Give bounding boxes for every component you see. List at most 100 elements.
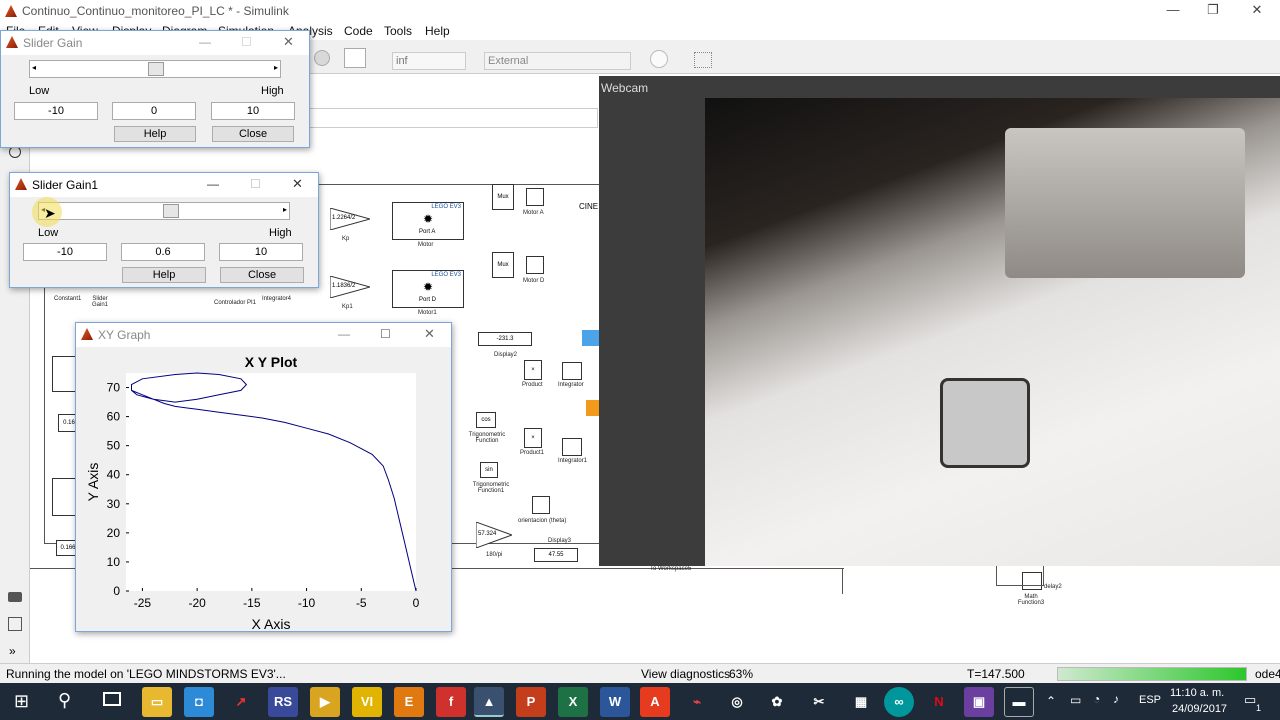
orange-block[interactable]	[586, 400, 600, 416]
app-icon-e[interactable]: E	[394, 687, 424, 717]
product1-block[interactable]: ×	[524, 428, 542, 448]
slider-thumb[interactable]	[148, 62, 164, 76]
webcam-window: Webcam	[599, 76, 1280, 566]
close-button[interactable]: Close	[212, 126, 294, 142]
close-icon[interactable]: ✕	[292, 176, 303, 192]
matlab-icon[interactable]: ▲	[474, 687, 504, 717]
maximize-icon[interactable]: ❐	[1198, 2, 1228, 20]
cos-block[interactable]: cos	[476, 412, 496, 428]
maximize-icon[interactable]: ☐	[380, 327, 391, 341]
app-icon-rs[interactable]: RS	[268, 687, 298, 717]
mux-block[interactable]: Mux	[492, 184, 514, 210]
display3-block[interactable]: 47.55	[534, 548, 578, 562]
high-field[interactable]: 10	[219, 243, 303, 261]
high-field[interactable]: 10	[211, 102, 295, 120]
gain-180-block[interactable]: 57.324	[475, 521, 514, 549]
app-icon-video[interactable]: ▶	[310, 687, 340, 717]
stop-button[interactable]	[314, 50, 330, 66]
netflix-icon[interactable]: N	[924, 687, 954, 717]
app-icon-swirl[interactable]: ✿	[762, 687, 792, 717]
powerpoint-icon[interactable]: P	[516, 687, 546, 717]
camera-icon[interactable]	[8, 592, 22, 602]
model-config-icon[interactable]	[344, 48, 366, 68]
integrator-block[interactable]	[562, 362, 582, 380]
stop-time-field[interactable]: inf	[392, 52, 466, 70]
display2-block[interactable]: -231.3	[478, 332, 532, 346]
kp1-gain-block[interactable]: 1.1836/2	[329, 275, 372, 299]
maximize-icon[interactable]: ☐	[241, 35, 252, 49]
matlab-logo-icon	[15, 178, 27, 190]
search-icon[interactable]: ⚲	[58, 690, 71, 711]
mux2-block[interactable]: Mux	[492, 252, 514, 278]
close-icon[interactable]: ✕	[283, 34, 294, 50]
display3-label: Display3	[548, 538, 572, 544]
app-icon-purple[interactable]: ▣	[964, 687, 994, 717]
help-button[interactable]: Help	[122, 267, 206, 283]
acrobat-icon[interactable]: A	[640, 687, 670, 717]
value-field[interactable]: 0	[112, 102, 196, 120]
pdf-icon[interactable]: ⌁	[682, 687, 712, 717]
help-button[interactable]: Help	[114, 126, 196, 142]
app-icon-f[interactable]: f	[436, 687, 466, 717]
arrow-right-icon[interactable]: ▸	[283, 205, 287, 214]
slider-gain-title: Slider Gain	[23, 36, 83, 50]
minimize-icon[interactable]: —	[207, 177, 219, 191]
minimize-icon[interactable]: —	[338, 327, 350, 341]
low-field[interactable]: -10	[23, 243, 107, 261]
menu-code[interactable]: Code	[344, 24, 373, 38]
slider-thumb[interactable]	[163, 204, 180, 218]
app-icon-snip[interactable]: ✂	[804, 687, 834, 717]
x-tick-label: -25	[134, 596, 152, 610]
language-indicator[interactable]: ESP	[1139, 694, 1161, 706]
value-field[interactable]: 0.6	[121, 243, 205, 261]
clock-date[interactable]: 24/09/2017	[1172, 703, 1227, 715]
product-block[interactable]: ×	[524, 360, 542, 380]
arrow-right-icon[interactable]: ▸	[274, 63, 278, 72]
kp-gain-block[interactable]: 1.2264/2	[329, 207, 372, 231]
windows-start-icon[interactable]: ⊞	[14, 691, 29, 712]
menu-tools[interactable]: Tools	[384, 24, 412, 38]
motor-d-scope[interactable]	[526, 256, 544, 274]
tray-chevron-icon[interactable]: ⌃	[1046, 694, 1056, 708]
terminal-icon[interactable]: ▬	[1004, 687, 1034, 717]
app-icon-vi[interactable]: VI	[352, 687, 382, 717]
low-field[interactable]: -10	[14, 102, 98, 120]
wifi-icon[interactable]: ◔	[1093, 692, 1100, 706]
menu-help[interactable]: Help	[425, 24, 450, 38]
word-icon[interactable]: W	[600, 687, 630, 717]
sim-mode-select[interactable]: External	[484, 52, 631, 70]
file-explorer-icon[interactable]: ▭	[142, 687, 172, 717]
network-icon[interactable]: ▭	[1070, 693, 1081, 707]
arrow-left-icon[interactable]: ◂	[32, 63, 36, 72]
sin-block[interactable]: sin	[480, 462, 498, 478]
close-icon[interactable]: ✕	[1242, 2, 1272, 20]
maximize-icon[interactable]: ☐	[250, 177, 261, 191]
arduino-icon[interactable]: ∞	[884, 687, 914, 717]
x0-block[interactable]	[582, 330, 600, 346]
task-view-icon[interactable]	[103, 692, 121, 706]
app-icon-blue[interactable]: ◘	[184, 687, 214, 717]
minimize-icon[interactable]: —	[1158, 2, 1188, 20]
expand-icon[interactable]: »	[9, 644, 16, 658]
minimize-icon[interactable]: —	[199, 35, 211, 49]
motor-a-scope[interactable]	[526, 188, 544, 206]
app-icon-arrow[interactable]: ↗	[226, 687, 256, 717]
clock-time[interactable]: 11:10 a. m.	[1170, 687, 1224, 699]
close-button[interactable]: Close	[220, 267, 304, 283]
slider-gain1-track[interactable]: ◂ ▸	[38, 202, 290, 220]
check-icon[interactable]	[650, 50, 668, 68]
excel-icon[interactable]: X	[558, 687, 588, 717]
motor1-block[interactable]: LEGO EV3 ✹ Port D	[392, 270, 464, 308]
property-icon[interactable]	[8, 617, 22, 631]
grid-icon[interactable]	[694, 52, 712, 68]
app-icon-camera[interactable]: ◎	[722, 687, 752, 717]
orientacion-scope[interactable]	[532, 496, 550, 514]
slider-gain-track[interactable]: ◂ ▸	[29, 60, 281, 78]
integrator1-block[interactable]	[562, 438, 582, 456]
volume-icon[interactable]: ♪	[1113, 692, 1119, 706]
notification-icon[interactable]: ▭	[1244, 692, 1256, 708]
app-icon-checker[interactable]: ▦	[846, 687, 876, 717]
motor-block[interactable]: LEGO EV3 ✹ Port A	[392, 202, 464, 240]
close-icon[interactable]: ✕	[424, 326, 435, 342]
view-diagnostics-link[interactable]: View diagnostics	[641, 667, 730, 681]
